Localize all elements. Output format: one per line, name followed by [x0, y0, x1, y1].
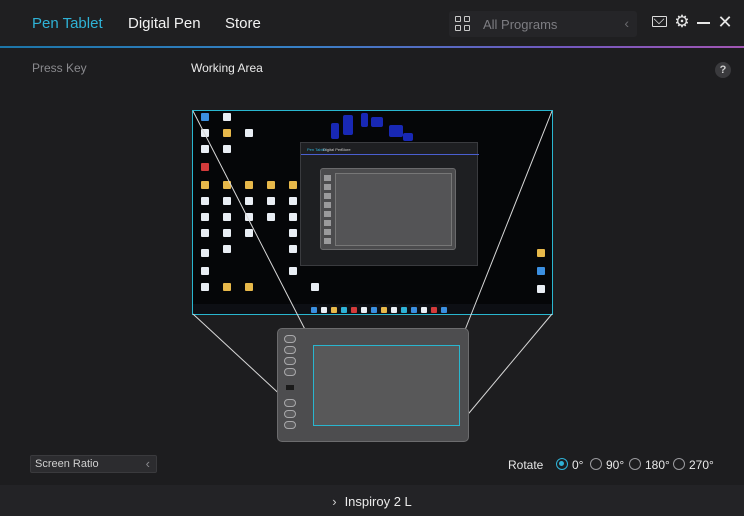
device-name: Inspiroy 2 L [344, 494, 412, 509]
rotate-option-270: 270° [689, 458, 714, 472]
grid-icon [455, 16, 471, 32]
mail-icon[interactable] [651, 13, 669, 31]
rotate-option-0: 0° [572, 458, 584, 472]
tab-pen-tablet[interactable]: Pen Tablet [32, 15, 103, 32]
press-key-link[interactable]: Press Key [32, 61, 87, 75]
tablet-preview [277, 328, 469, 442]
gear-icon[interactable]: ⚙ [673, 13, 691, 31]
inner-tablet-preview [320, 168, 456, 250]
taskbar [193, 304, 552, 314]
help-icon[interactable]: ? [715, 62, 731, 78]
screen-preview: Pen Tablet Digital Pen Store [192, 110, 553, 315]
working-area-title: Working Area [191, 61, 263, 75]
rotate-option-180: 180° [645, 458, 670, 472]
accent-divider [0, 46, 744, 48]
rotate-label: Rotate [508, 458, 544, 472]
screen-ratio-button[interactable]: Screen Ratio ‹ [30, 455, 157, 473]
express-keys [283, 333, 297, 439]
chevron-left-icon: ‹ [145, 456, 150, 471]
chevron-left-icon[interactable]: ‹ [624, 15, 629, 31]
inner-tab-digital-pen: Digital Pen [323, 147, 343, 152]
tablet-working-area[interactable] [313, 345, 460, 426]
chevron-right-icon: › [332, 494, 337, 509]
tab-digital-pen[interactable]: Digital Pen [128, 15, 201, 32]
close-icon[interactable]: ✕ [716, 13, 734, 31]
minimize-icon[interactable] [695, 13, 713, 31]
rotate-radio-90[interactable] [590, 458, 602, 470]
screen-ratio-label: Screen Ratio [35, 458, 99, 470]
device-footer: › Inspiroy 2 L [0, 485, 744, 516]
top-bar: Pen Tablet Digital Pen Store All Program… [0, 0, 744, 48]
rotate-radio-0[interactable] [556, 458, 568, 470]
program-selector[interactable]: All Programs ‹ [449, 11, 637, 37]
rotate-radio-270[interactable] [673, 458, 685, 470]
device-selector[interactable]: › Inspiroy 2 L [0, 494, 744, 509]
tab-store[interactable]: Store [225, 15, 261, 32]
rotate-radio-180[interactable] [629, 458, 641, 470]
program-selector-label: All Programs [483, 17, 558, 32]
inner-app-window: Pen Tablet Digital Pen Store [300, 142, 479, 266]
inner-tab-store: Store [341, 147, 351, 152]
rotate-option-90: 90° [606, 458, 625, 472]
